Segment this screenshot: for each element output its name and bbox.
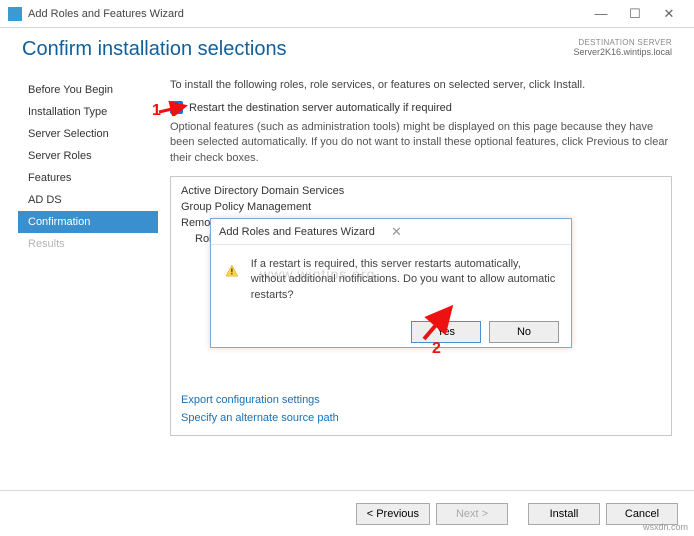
previous-button[interactable]: < Previous [356, 503, 430, 525]
dialog-title: Add Roles and Features Wizard [219, 226, 391, 238]
dialog-buttons: Yes No [211, 315, 571, 353]
sidebar-item-features[interactable]: Features [18, 167, 158, 189]
dialog-message: If a restart is required, this server re… [251, 257, 557, 303]
list-item: Active Directory Domain Services [181, 185, 661, 197]
titlebar: Add Roles and Features Wizard — ☐ ✕ [0, 0, 694, 28]
minimize-button[interactable]: — [584, 4, 618, 24]
page-title: Confirm installation selections [22, 38, 573, 61]
links-block: Export configuration settings Specify an… [181, 392, 339, 427]
yes-button[interactable]: Yes [411, 321, 481, 343]
wizard-sidebar: Before You Begin Installation Type Serve… [18, 65, 158, 475]
export-config-link[interactable]: Export configuration settings [181, 392, 339, 410]
sidebar-item-results: Results [18, 233, 158, 255]
sidebar-item-server-roles[interactable]: Server Roles [18, 145, 158, 167]
sidebar-item-server-selection[interactable]: Server Selection [18, 123, 158, 145]
dialog-close-icon[interactable]: ✕ [391, 224, 563, 240]
destination-info: DESTINATION SERVER Server2K16.wintips.lo… [573, 38, 672, 57]
restart-checkbox-label: Restart the destination server automatic… [189, 102, 452, 114]
dialog-titlebar: Add Roles and Features Wizard ✕ [211, 219, 571, 245]
no-button[interactable]: No [489, 321, 559, 343]
destination-value: Server2K16.wintips.local [573, 47, 672, 57]
corner-watermark: wsxdn.com [643, 522, 688, 532]
sidebar-item-installation-type[interactable]: Installation Type [18, 101, 158, 123]
restart-checkbox-row: Restart the destination server automatic… [170, 101, 672, 114]
list-item: Group Policy Management [181, 201, 661, 213]
next-button: Next > [436, 503, 508, 525]
confirm-restart-dialog: Add Roles and Features Wizard ✕ If a res… [210, 218, 572, 348]
wizard-header: Confirm installation selections DESTINAT… [0, 28, 694, 65]
intro-text: To install the following roles, role ser… [170, 79, 672, 91]
sidebar-item-confirmation[interactable]: Confirmation [18, 211, 158, 233]
restart-checkbox[interactable] [170, 101, 183, 114]
app-icon [8, 7, 22, 21]
warning-icon [225, 257, 239, 285]
sidebar-item-before-you-begin[interactable]: Before You Begin [18, 79, 158, 101]
alternate-source-link[interactable]: Specify an alternate source path [181, 410, 339, 428]
sidebar-item-ad-ds[interactable]: AD DS [18, 189, 158, 211]
wizard-footer: < Previous Next > Install Cancel [0, 490, 694, 536]
window-title: Add Roles and Features Wizard [28, 8, 584, 20]
window-controls: — ☐ ✕ [584, 4, 686, 24]
close-button[interactable]: ✕ [652, 4, 686, 24]
dialog-body: If a restart is required, this server re… [211, 245, 571, 315]
install-button[interactable]: Install [528, 503, 600, 525]
maximize-button[interactable]: ☐ [618, 4, 652, 24]
optional-features-text: Optional features (such as administratio… [170, 120, 672, 166]
destination-label: DESTINATION SERVER [573, 38, 672, 47]
